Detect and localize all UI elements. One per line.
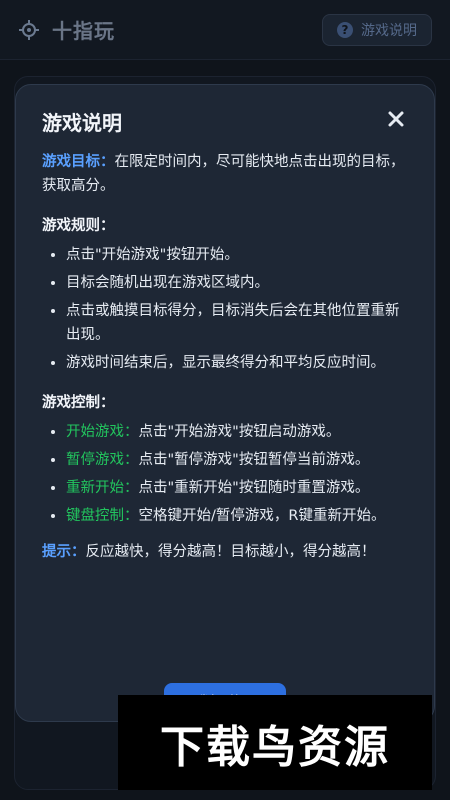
rule-item: 游戏时间结束后，显示最终得分和平均反应时间。: [66, 351, 408, 375]
control-text: 空格键开始/暂停游戏，R键重新开始。: [138, 508, 386, 524]
control-item: 暂停游戏：点击"暂停游戏"按钮暂停当前游戏。: [66, 448, 408, 472]
control-label: 重新开始：: [66, 480, 139, 496]
rule-item: 点击或触摸目标得分，目标消失后会在其他位置重新出现。: [66, 299, 408, 347]
control-label: 开始游戏：: [66, 424, 139, 440]
brand: 十指玩: [18, 15, 115, 44]
app-root: 十指玩 ? 游戏说明 游戏说明 游戏目标：在限定时间内，尽可能快地点击出现的目标…: [0, 0, 450, 800]
rules-list: 点击"开始游戏"按钮开始。 目标会随机出现在游戏区域内。 点击或触摸目标得分，目…: [42, 243, 408, 375]
top-header: 十指玩 ? 游戏说明: [0, 0, 450, 60]
game-help-button[interactable]: ? 游戏说明: [322, 14, 432, 46]
crosshair-icon: [18, 19, 40, 41]
app-title: 十指玩: [52, 19, 115, 43]
control-text: 点击"重新开始"按钮随时重置游戏。: [138, 480, 370, 496]
controls-heading: 游戏控制：: [42, 395, 115, 411]
control-text: 点击"开始游戏"按钮启动游戏。: [138, 424, 341, 440]
game-goal: 游戏目标：在限定时间内，尽可能快地点击出现的目标，获取高分。: [42, 150, 408, 198]
watermark-logo: 下载鸟资源: [118, 695, 432, 790]
tip-text: 反应越快，得分越高！目标越小，得分越高！: [85, 544, 376, 560]
game-help-label: 游戏说明: [361, 23, 417, 39]
modal-title: 游戏说明: [42, 111, 122, 135]
rule-item: 目标会随机出现在游戏区域内。: [66, 271, 408, 295]
goal-label: 游戏目标：: [42, 154, 115, 170]
question-icon: ?: [337, 22, 353, 38]
tip-label: 提示：: [42, 544, 86, 560]
control-item: 重新开始：点击"重新开始"按钮随时重置游戏。: [66, 476, 408, 500]
tip: 提示：反应越快，得分越高！目标越小，得分越高！: [42, 540, 408, 564]
rules-heading: 游戏规则：: [42, 218, 115, 234]
control-item: 开始游戏：点击"开始游戏"按钮启动游戏。: [66, 420, 408, 444]
instructions-modal: 游戏说明 游戏目标：在限定时间内，尽可能快地点击出现的目标，获取高分。 游戏规则…: [15, 84, 435, 722]
close-icon[interactable]: [382, 105, 410, 133]
control-item: 键盘控制：空格键开始/暂停游戏，R键重新开始。: [66, 504, 408, 528]
control-label: 暂停游戏：: [66, 452, 139, 468]
rule-item: 点击"开始游戏"按钮开始。: [66, 243, 408, 267]
controls-list: 开始游戏：点击"开始游戏"按钮启动游戏。 暂停游戏：点击"暂停游戏"按钮暂停当前…: [42, 420, 408, 528]
control-text: 点击"暂停游戏"按钮暂停当前游戏。: [138, 452, 370, 468]
control-label: 键盘控制：: [66, 508, 139, 524]
